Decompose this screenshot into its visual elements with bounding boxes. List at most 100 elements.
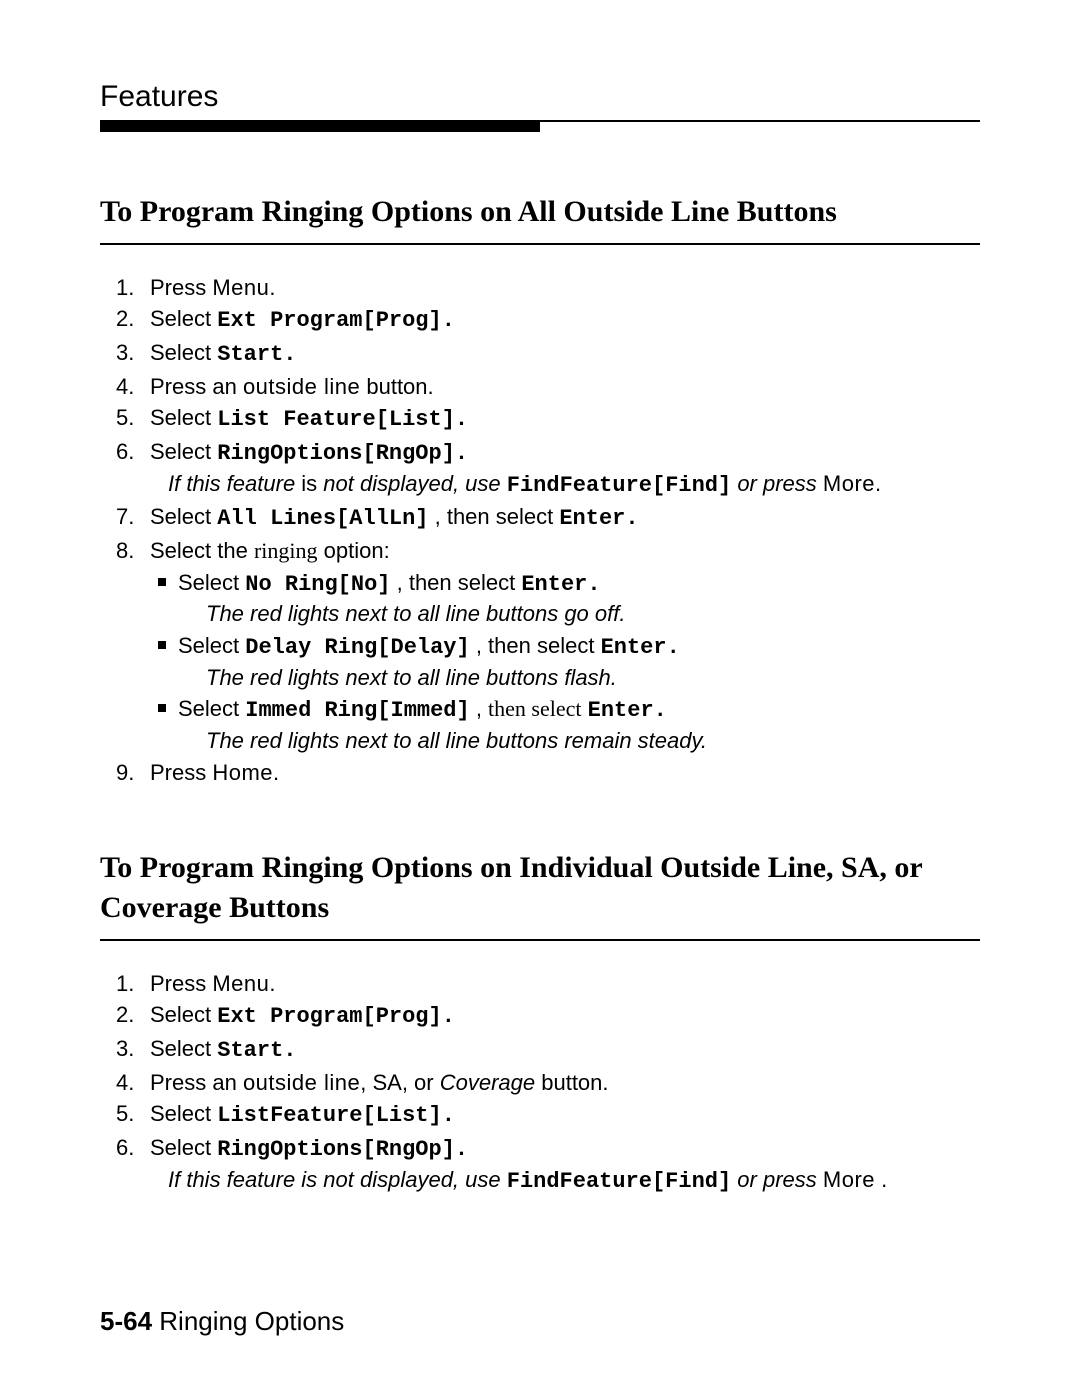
code: Enter. [601, 635, 680, 660]
sub-delay-ring: Select Delay Ring[Delay] , then select E… [178, 631, 980, 692]
outside-line-key: outside line [243, 374, 360, 399]
step-5: Select List Feature[List]. [150, 403, 980, 435]
text: , then select [470, 633, 601, 658]
s2-step-6-note: If this feature is not displayed, use Fi… [168, 1165, 980, 1197]
text: is [301, 471, 317, 496]
code: Enter. [521, 572, 600, 597]
text: Press [150, 760, 212, 785]
code: Enter. [588, 698, 667, 723]
text: Select [150, 1036, 217, 1061]
text: . [875, 471, 881, 496]
text: Select the [150, 538, 254, 563]
text: . [269, 275, 275, 300]
text: option: [318, 538, 390, 563]
text: Select [150, 306, 217, 331]
code: RingOptions[RngOp]. [217, 1137, 468, 1162]
s2-step-3: Select Start. [150, 1034, 980, 1066]
section1-rule [100, 243, 980, 245]
step-2: Select Ext Program[Prog]. [150, 304, 980, 336]
text: , then select [429, 504, 560, 529]
text: Select [150, 405, 217, 430]
text: Select [178, 570, 245, 595]
s2-step-6: Select RingOptions[RngOp]. If this featu… [150, 1133, 980, 1196]
code: FindFeature[Find] [507, 1169, 731, 1194]
text: If this feature [168, 471, 301, 496]
section1-title: To Program Ringing Options on All Outsid… [100, 192, 980, 233]
page-header: Features [100, 80, 980, 132]
code: Ext Program[Prog]. [217, 1004, 455, 1029]
sub-immed-ring: Select Immed Ring[Immed] , then select E… [178, 694, 980, 755]
header-bar [100, 122, 540, 132]
home-key: Home [212, 760, 273, 785]
code: Start. [217, 1038, 296, 1063]
code: ListFeature[List]. [217, 1103, 455, 1128]
text: Select [150, 1135, 217, 1160]
section2-title: To Program Ringing Options on Individual… [100, 848, 980, 929]
text: Select [178, 696, 245, 721]
sub-delay-ring-note: The red lights next to all line buttons … [206, 663, 980, 693]
code: All Lines[AllLn] [217, 506, 428, 531]
step-7: Select All Lines[AllLn] , then select En… [150, 502, 980, 534]
text: Press an [150, 1070, 243, 1095]
text: ringing [254, 538, 318, 563]
code: No Ring[No] [245, 572, 390, 597]
step-1: Press Menu. [150, 273, 980, 303]
text: Press [150, 275, 212, 300]
text: . [273, 760, 279, 785]
text: Select [150, 1002, 217, 1027]
header-title: Features [100, 80, 218, 113]
text: Select [150, 439, 217, 464]
section1-steps: Press Menu. Select Ext Program[Prog]. Se… [100, 273, 980, 788]
text: If this feature is not displayed, use [168, 1167, 507, 1192]
code: Immed Ring[Immed] [245, 698, 469, 723]
step-4: Press an outside line button. [150, 372, 980, 402]
more-key: More [823, 1167, 875, 1192]
code: Enter. [559, 506, 638, 531]
text: button. [535, 1070, 608, 1095]
text: or press [731, 471, 823, 496]
step-8-sublist: Select No Ring[No] , then select Enter. … [150, 568, 980, 756]
sub-no-ring-note: The red lights next to all line buttons … [206, 599, 980, 629]
text: , SA, or [360, 1070, 439, 1095]
text: Select [150, 1101, 217, 1126]
step-8: Select the ringing option: Select No Rin… [150, 536, 980, 756]
text: Press [150, 971, 212, 996]
text: Press an [150, 374, 243, 399]
more-key: More [823, 471, 875, 496]
s2-step-4: Press an outside line, SA, or Coverage b… [150, 1068, 980, 1098]
page-footer: 5-64 Ringing Options [100, 1306, 980, 1337]
page-number: 5-64 [100, 1306, 152, 1336]
step-6-note: If this feature is not displayed, use Fi… [168, 469, 980, 501]
footer-label: Ringing Options [152, 1306, 344, 1336]
code: Delay Ring[Delay] [245, 635, 469, 660]
sub-no-ring: Select No Ring[No] , then select Enter. … [178, 568, 980, 629]
s2-step-1: Press Menu. [150, 969, 980, 999]
s2-step-2: Select Ext Program[Prog]. [150, 1000, 980, 1032]
text: or press [731, 1167, 823, 1192]
step-3: Select Start. [150, 338, 980, 370]
text: , [470, 696, 488, 721]
text: Select [178, 633, 245, 658]
menu-key: Menu [212, 971, 269, 996]
text: then select [488, 696, 581, 721]
outside-line-key: outside line [243, 1070, 360, 1095]
text: , then select [391, 570, 522, 595]
menu-key: Menu [212, 275, 269, 300]
step-9: Press Home. [150, 758, 980, 788]
coverage-text: Coverage [440, 1070, 535, 1095]
text: . [875, 1167, 887, 1192]
section2-steps: Press Menu. Select Ext Program[Prog]. Se… [100, 969, 980, 1197]
step-6: Select RingOptions[RngOp]. If this featu… [150, 437, 980, 500]
code: List Feature[List]. [217, 407, 468, 432]
text: button. [360, 374, 433, 399]
code: FindFeature[Find] [507, 473, 731, 498]
code: Ext Program[Prog]. [217, 308, 455, 333]
sub-immed-ring-note: The red lights next to all line buttons … [206, 726, 980, 756]
text: . [269, 971, 275, 996]
text: not displayed, use [317, 471, 507, 496]
text: Select [150, 504, 217, 529]
section2-rule [100, 939, 980, 941]
code: RingOptions[RngOp]. [217, 441, 468, 466]
code: Start. [217, 342, 296, 367]
text: Select [150, 340, 217, 365]
